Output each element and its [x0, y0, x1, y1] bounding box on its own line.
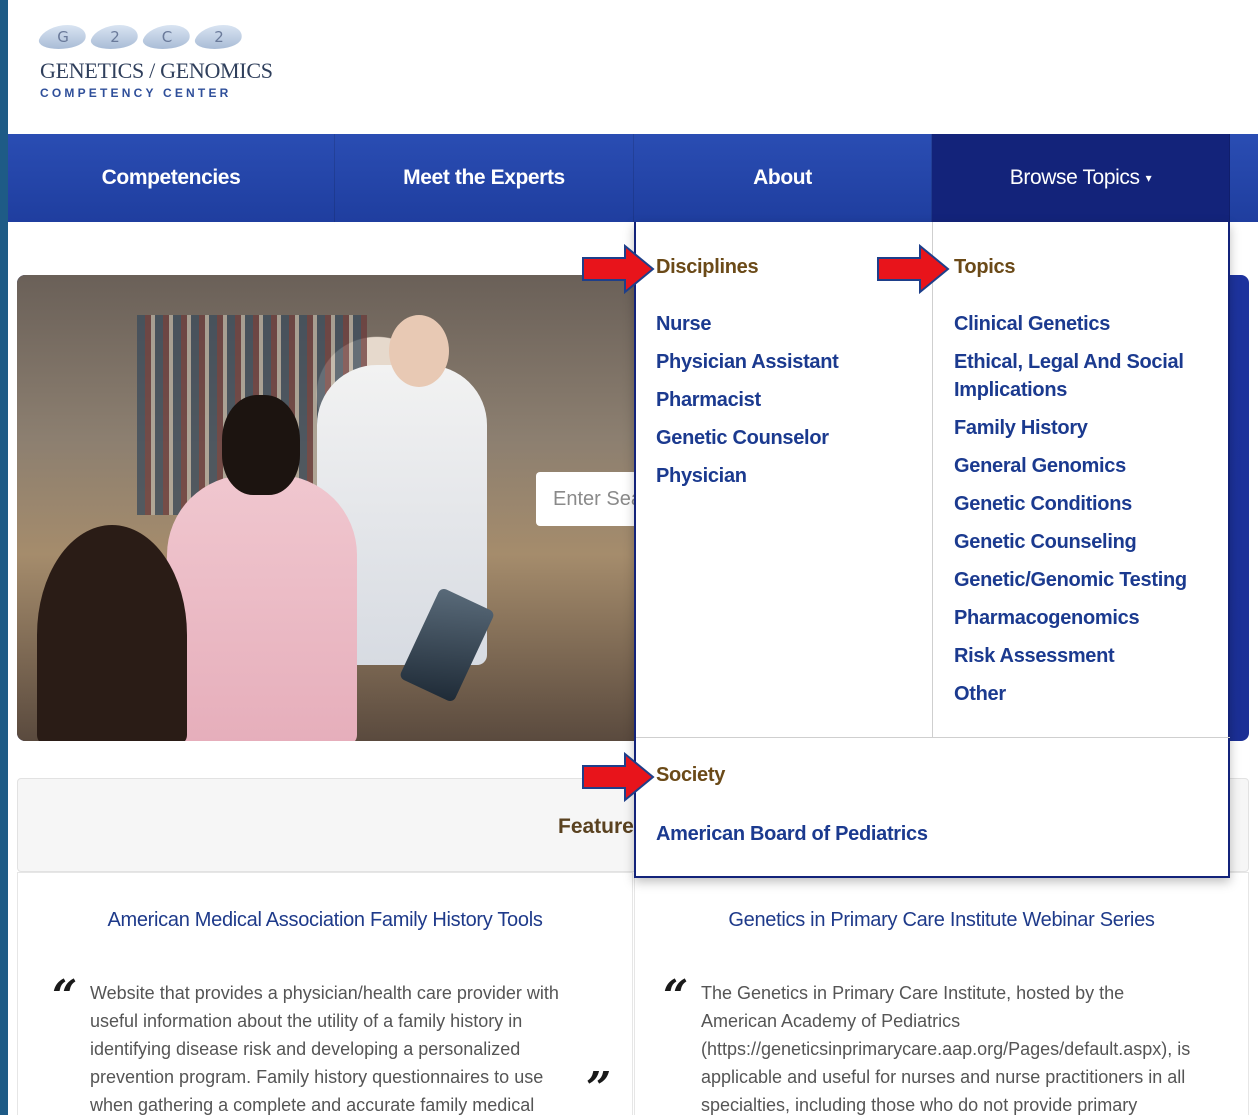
- student-figure: [167, 475, 357, 741]
- open-quote-icon: “: [52, 971, 78, 1022]
- menu-item-genetic-counselor[interactable]: Genetic Counselor: [656, 424, 839, 452]
- disciplines-heading: Disciplines: [656, 256, 759, 278]
- disciplines-column: Disciplines Nurse Physician Assistant Ph…: [636, 222, 933, 738]
- logo-badges: G 2 C 2: [40, 22, 280, 52]
- red-arrow-icon: [582, 244, 655, 294]
- menu-item-family-history[interactable]: Family History: [954, 414, 1204, 442]
- menu-item-genetic-counseling[interactable]: Genetic Counseling: [954, 528, 1204, 556]
- card-text: Website that provides a physician/health…: [90, 983, 559, 1115]
- nav-about[interactable]: About: [634, 134, 932, 222]
- featured-card: American Medical Association Family Hist…: [17, 872, 633, 1115]
- doctor-head: [389, 315, 449, 387]
- society-heading: Society: [656, 764, 726, 786]
- site-logo[interactable]: G 2 C 2 GENETICS / GENOMICS COMPETENCY C…: [40, 22, 280, 112]
- logo-badge: C: [144, 25, 190, 49]
- menu-item-physician[interactable]: Physician: [656, 462, 839, 490]
- topics-heading: Topics: [954, 256, 1016, 278]
- nav-competencies[interactable]: Competencies: [8, 134, 335, 222]
- red-arrow-icon: [877, 244, 950, 294]
- menu-item-genetic-conditions[interactable]: Genetic Conditions: [954, 490, 1204, 518]
- topics-list: Clinical Genetics Ethical, Legal And Soc…: [954, 310, 1204, 718]
- menu-item-other[interactable]: Other: [954, 680, 1204, 708]
- menu-item-physician-assistant[interactable]: Physician Assistant: [656, 348, 839, 376]
- close-quote-icon: ”: [586, 1063, 612, 1114]
- logo-badge: G: [40, 25, 86, 49]
- menu-item-pharmacist[interactable]: Pharmacist: [656, 386, 839, 414]
- menu-item-genetic-genomic-testing[interactable]: Genetic/Genomic Testing: [954, 566, 1204, 594]
- red-arrow-icon: [582, 752, 655, 802]
- menu-item-risk-assessment[interactable]: Risk Assessment: [954, 642, 1204, 670]
- featured-card: Genetics in Primary Care Institute Webin…: [634, 872, 1249, 1115]
- card-title[interactable]: Genetics in Primary Care Institute Webin…: [635, 909, 1248, 932]
- browse-topics-dropdown: Disciplines Nurse Physician Assistant Ph…: [634, 222, 1230, 878]
- society-list: American Board of Pediatrics: [656, 820, 928, 848]
- caret-down-icon: ▾: [1145, 171, 1152, 185]
- logo-subtitle: COMPETENCY CENTER: [40, 86, 232, 100]
- dropdown-divider: [636, 737, 1230, 738]
- left-accent-bar: [0, 0, 8, 1115]
- menu-item-elsi[interactable]: Ethical, Legal And Social Implications: [954, 348, 1204, 404]
- open-quote-icon: “: [663, 971, 689, 1022]
- card-title[interactable]: American Medical Association Family Hist…: [18, 909, 632, 932]
- menu-item-general-genomics[interactable]: General Genomics: [954, 452, 1204, 480]
- menu-item-pharmacogenomics[interactable]: Pharmacogenomics: [954, 604, 1204, 632]
- disciplines-list: Nurse Physician Assistant Pharmacist Gen…: [656, 310, 839, 500]
- student-head: [222, 395, 300, 495]
- main-nav: Competencies Meet the Experts About Brow…: [8, 134, 1258, 222]
- card-text: The Genetics in Primary Care Institute, …: [701, 983, 1191, 1115]
- logo-badge: 2: [92, 25, 138, 49]
- nav-meet-the-experts[interactable]: Meet the Experts: [335, 134, 634, 222]
- nav-browse-topics[interactable]: Browse Topics ▾: [932, 134, 1230, 222]
- menu-item-american-board-of-pediatrics[interactable]: American Board of Pediatrics: [656, 820, 928, 848]
- menu-item-nurse[interactable]: Nurse: [656, 310, 839, 338]
- menu-item-clinical-genetics[interactable]: Clinical Genetics: [954, 310, 1204, 338]
- logo-title: GENETICS / GENOMICS: [40, 58, 273, 83]
- student-figure-foreground: [37, 525, 187, 741]
- topics-column: Topics Clinical Genetics Ethical, Legal …: [934, 222, 1230, 738]
- logo-badge: 2: [196, 25, 242, 49]
